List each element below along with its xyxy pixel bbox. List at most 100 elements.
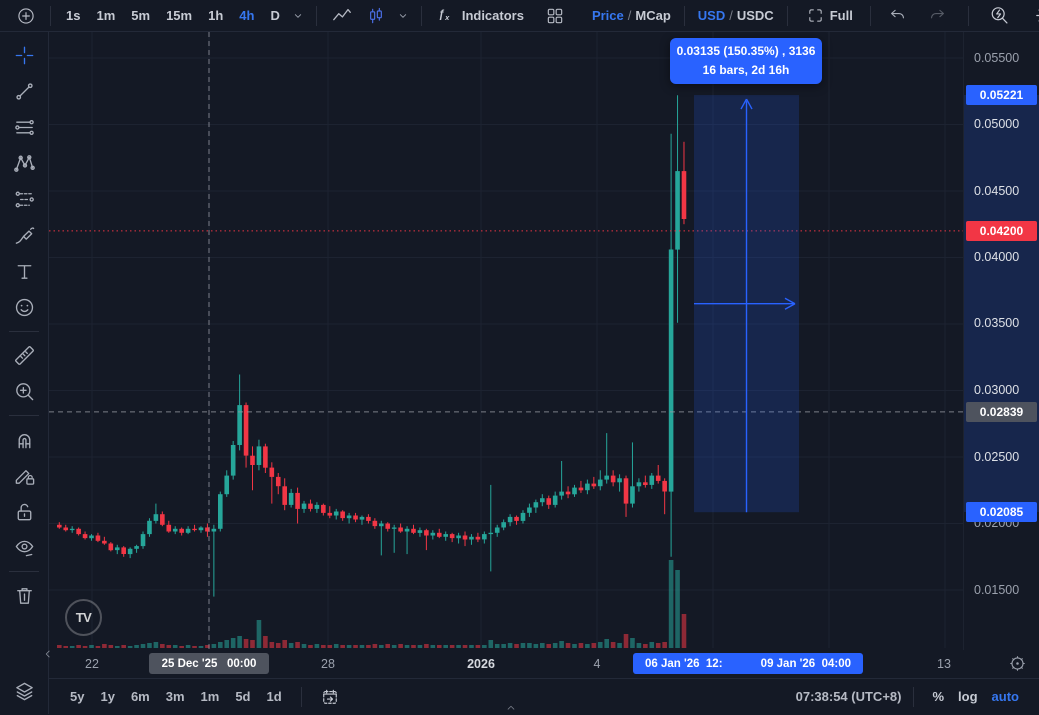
crosshair-price-badge: 0.02839 [966,402,1037,422]
go-to-date-button[interactable] [314,683,346,711]
slash-separator: / [626,8,634,23]
price-axis-label: 0.03000 [974,383,1019,397]
quick-search-icon [989,5,1010,26]
time-axis[interactable]: 25 Dec '25 00:00 06 Jan '26 12: 09 Jan '… [49,650,1039,678]
range-1m[interactable]: 1m [194,685,227,708]
timeframe-D[interactable]: D [263,4,286,27]
drawing-lock-icon [13,464,36,487]
lock-all-icon [13,500,36,523]
brush-icon [13,224,36,247]
tool-text[interactable] [7,259,41,284]
clock-label[interactable]: 07:38:54 (UTC+8) [796,689,902,704]
range-1d[interactable]: 1d [260,685,289,708]
timeframe-5m[interactable]: 5m [124,4,157,27]
auto-scale-toggle[interactable]: auto [986,685,1025,708]
tool-fib-retracement[interactable] [7,115,41,140]
chart-type-dropdown-chevron[interactable] [393,4,413,28]
usdc-option[interactable]: USDC [737,8,774,23]
range-5d[interactable]: 5d [228,685,257,708]
tool-ruler[interactable] [7,343,41,368]
undo-button[interactable] [882,2,913,29]
tool-magnet[interactable] [7,427,41,452]
timeframe-1s[interactable]: 1s [59,4,87,27]
timeframe-15m[interactable]: 15m [159,4,199,27]
measure-tooltip-line2: 16 bars, 2d 16h [674,61,818,80]
timeframe-4h[interactable]: 4h [232,4,261,27]
plus-circle-icon [16,6,36,26]
log-scale-toggle[interactable]: log [952,685,984,708]
tool-trash[interactable] [7,583,41,608]
usd-usdc-toggle: USD / USDC [698,8,774,23]
tool-trendline[interactable] [7,79,41,104]
time-axis-settings-button[interactable] [1008,654,1027,673]
percent-scale-toggle[interactable]: % [926,685,950,708]
measure-tooltip-line1: 0.03135 (150.35%) , 3136 [674,42,818,61]
redo-icon [928,6,947,25]
divider [301,687,302,707]
gear-icon [1034,5,1039,26]
tool-drawing-lock[interactable] [7,463,41,488]
tool-lock-all[interactable] [7,499,41,524]
tool-emoji[interactable] [7,295,41,320]
time-axis-label: 28 [321,657,335,671]
bottom-toolbar: 5y1y6m3m1m5d1d 07:38:54 (UTC+8) % log au… [49,678,1039,714]
settings-button[interactable] [1028,1,1039,30]
divider [870,6,871,26]
usd-option[interactable]: USD [698,8,725,23]
range-5y[interactable]: 5y [63,685,91,708]
range-6m[interactable]: 6m [124,685,157,708]
divider [50,6,51,26]
timeframe-dropdown-chevron[interactable] [288,4,308,28]
add-symbol-button[interactable] [10,2,42,30]
price-chart[interactable] [49,32,963,650]
tool-brush[interactable] [7,223,41,248]
chevron-left-icon [41,647,55,661]
tool-hide-drawings[interactable] [7,535,41,560]
collapse-left-toolbar-button[interactable] [41,643,55,665]
measure-end-time: 09 Jan '26 04:00 [761,658,851,670]
layout-grid-button[interactable] [539,2,571,30]
time-axis-label: 13 [937,657,951,671]
tool-xabcd-pattern[interactable] [7,151,41,176]
price-axis[interactable]: 0.055000.050000.045000.040000.035000.030… [963,32,1039,650]
line-chart-icon [331,5,353,27]
measure-start-time: 06 Jan '26 12: [645,658,723,670]
price-axis-label: 0.04000 [974,250,1019,264]
mcap-option[interactable]: MCap [635,8,670,23]
candlestick-chart-type-button[interactable] [360,2,392,30]
timeframe-1m[interactable]: 1m [89,4,122,27]
chart-pane[interactable]: TV 0.03135 (150.35%) , 3136 16 bars, 2d … [49,32,963,650]
measure-price-badge: 0.05221 [966,85,1037,105]
tool-projection[interactable] [7,187,41,212]
range-1y[interactable]: 1y [93,685,121,708]
tool-zoom-in[interactable] [7,379,41,404]
svg-text:ƒ: ƒ [438,8,444,20]
alert-price-badge: 0.04200 [966,221,1037,241]
slash-separator: / [727,8,735,23]
indicators-button[interactable]: ƒx Indicators [430,0,530,31]
timeframe-1h[interactable]: 1h [201,4,230,27]
tool-object-tree[interactable] [7,679,41,704]
layout-grid-icon [545,6,565,26]
expand-bottom-panel-button[interactable] [504,701,518,715]
range-3m[interactable]: 3m [159,685,192,708]
indicators-label: Indicators [462,8,524,23]
divider [316,6,317,26]
object-tree-icon [13,680,36,703]
trendline-icon [13,80,36,103]
trash-icon [13,584,36,607]
divider [9,415,39,416]
measure-time-range-badge: 06 Jan '26 12: 09 Jan '26 04:00 [633,653,863,674]
price-axis-label: 0.04500 [974,184,1019,198]
tradingview-watermark[interactable]: TV [65,599,102,636]
tool-crosshair[interactable] [7,43,41,68]
price-option[interactable]: Price [592,8,624,23]
svg-text:x: x [444,13,450,22]
divider [9,571,39,572]
undo-icon [888,6,907,25]
hide-drawings-icon [13,536,36,559]
fullscreen-button[interactable]: Full [801,3,859,28]
line-chart-type-button[interactable] [325,1,359,31]
redo-button[interactable] [922,2,953,29]
quick-search-button[interactable] [983,1,1016,30]
